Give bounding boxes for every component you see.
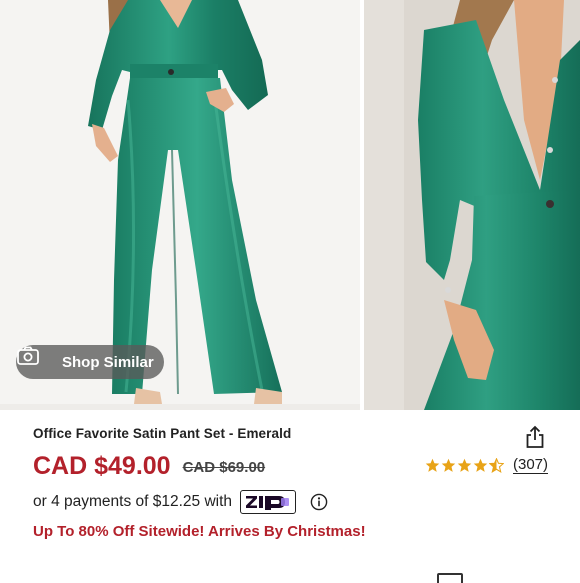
product-image-gallery[interactable]: Shop Similar bbox=[0, 0, 580, 410]
product-rating[interactable]: (307) bbox=[425, 456, 549, 474]
partially-visible-section bbox=[33, 571, 553, 583]
product-photo-secondary[interactable] bbox=[364, 0, 580, 410]
star-full-icon bbox=[457, 458, 472, 472]
partial-icon bbox=[437, 573, 463, 583]
original-price: CAD $69.00 bbox=[182, 459, 266, 476]
shop-similar-label: Shop Similar bbox=[62, 353, 154, 371]
star-full-icon bbox=[425, 458, 440, 472]
zip-logo[interactable] bbox=[240, 490, 297, 514]
star-full-icon bbox=[473, 458, 488, 472]
product-title: Office Favorite Satin Pant Set - Emerald bbox=[33, 426, 292, 441]
product-photo-main[interactable]: Shop Similar bbox=[0, 0, 360, 410]
info-icon[interactable] bbox=[310, 493, 328, 511]
share-button[interactable] bbox=[524, 425, 546, 449]
share-icon bbox=[524, 425, 546, 453]
camera-icon bbox=[17, 346, 53, 373]
star-rating bbox=[425, 457, 505, 473]
installment-payments: or 4 payments of $12.25 with bbox=[33, 489, 328, 515]
installment-text: or 4 payments of $12.25 with bbox=[33, 493, 233, 510]
price-row: CAD $49.00 CAD $69.00 bbox=[33, 449, 265, 483]
promo-banner[interactable]: Up To 80% Off Sitewide! Arrives By Chris… bbox=[33, 523, 366, 540]
zip-logo-icon bbox=[246, 496, 290, 510]
star-half-icon bbox=[489, 457, 504, 473]
review-count-link[interactable]: (307) bbox=[513, 456, 549, 474]
model-closeup-illustration bbox=[364, 0, 580, 410]
sale-price: CAD $49.00 bbox=[33, 451, 171, 480]
star-full-icon bbox=[441, 458, 456, 472]
shop-similar-button[interactable]: Shop Similar bbox=[16, 345, 164, 379]
